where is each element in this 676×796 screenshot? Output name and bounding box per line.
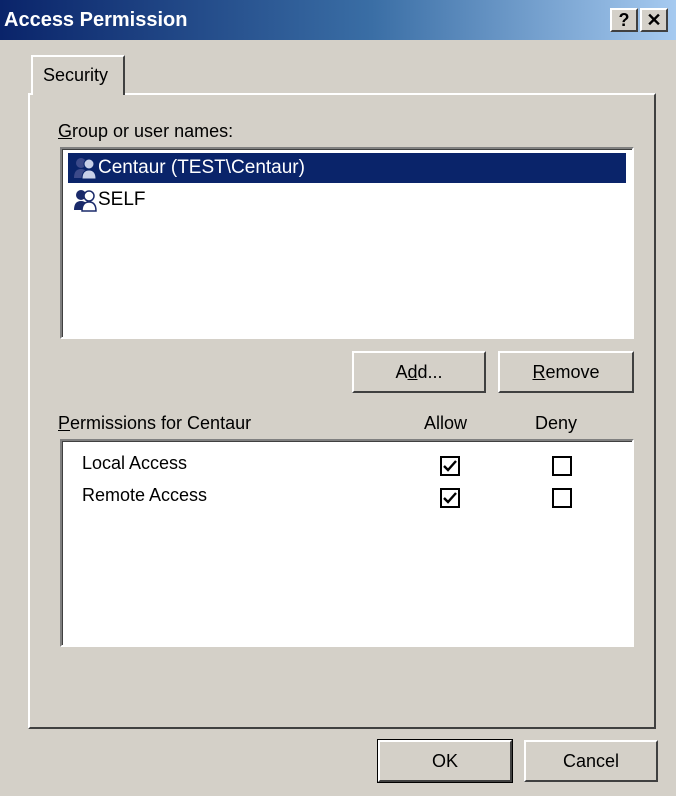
permission-name: Local Access	[82, 453, 188, 473]
title-bar[interactable]: Access Permission ? ✕	[0, 0, 676, 40]
help-icon: ?	[618, 10, 630, 30]
close-icon: ✕	[646, 10, 662, 30]
checkmark-icon	[443, 460, 457, 472]
list-item-label: SELF	[98, 189, 146, 210]
help-button[interactable]: ?	[610, 8, 638, 32]
remove-button[interactable]: Remove	[498, 351, 634, 393]
user-group-icon	[74, 190, 97, 212]
local-access-allow-checkbox[interactable]	[440, 456, 460, 476]
allow-column-header: Allow	[424, 413, 468, 433]
cancel-button[interactable]: Cancel	[524, 740, 658, 782]
security-tab-panel: Group or user names: Centaur (TEST\Centa…	[28, 93, 656, 729]
permission-name: Remote Access	[82, 485, 208, 505]
permission-row-local-access: Local Access	[82, 449, 622, 481]
group-or-user-names-label: Group or user names:	[58, 121, 234, 141]
close-button[interactable]: ✕	[640, 8, 668, 32]
deny-column-header: Deny	[535, 413, 578, 433]
permission-row-remote-access: Remote Access	[82, 481, 622, 513]
remote-access-deny-checkbox[interactable]	[552, 488, 572, 508]
local-access-deny-checkbox[interactable]	[552, 456, 572, 476]
tab-security[interactable]: Security	[31, 55, 125, 95]
list-item-centaur[interactable]: Centaur (TEST\Centaur)	[68, 153, 626, 183]
user-group-icon	[74, 158, 97, 180]
checkmark-icon	[443, 492, 457, 504]
permissions-label: Permissions for Centaur	[58, 413, 252, 433]
list-item-label: Centaur (TEST\Centaur)	[98, 157, 305, 178]
access-permission-dialog: Access Permission ? ✕ Security Group or …	[0, 0, 676, 796]
remote-access-allow-checkbox[interactable]	[440, 488, 460, 508]
add-button[interactable]: Add...	[352, 351, 486, 393]
tab-security-label: Security	[43, 65, 109, 85]
ok-button[interactable]: OK	[377, 739, 513, 783]
permissions-list[interactable]: Local Access Remote Access	[60, 439, 634, 647]
window-title: Access Permission	[4, 9, 188, 31]
group-user-list[interactable]: Centaur (TEST\Centaur) SELF	[60, 147, 634, 339]
